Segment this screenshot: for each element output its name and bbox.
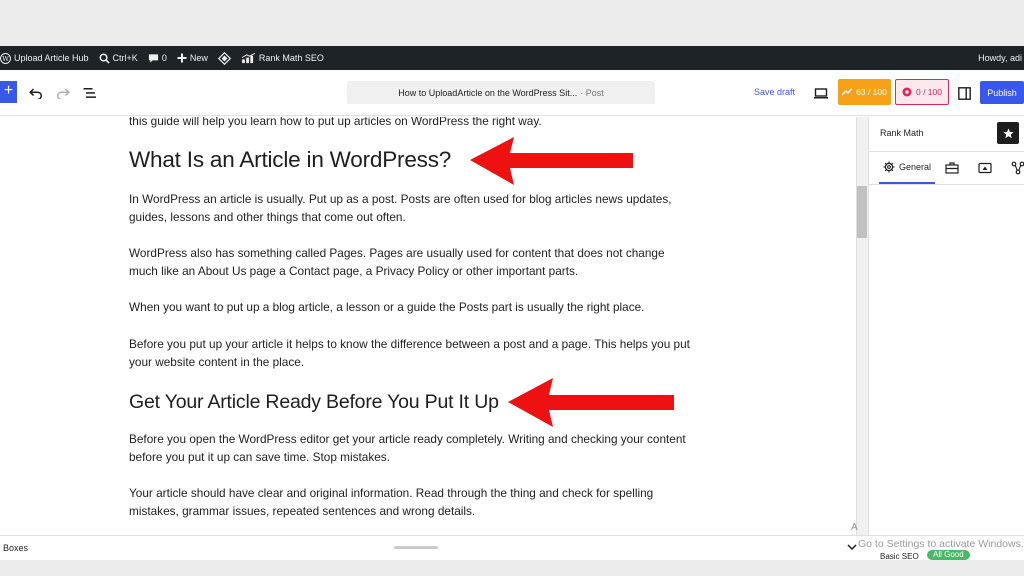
seo-score-button[interactable]: 63 / 100 — [838, 79, 891, 105]
search-shortcut-label: Ctrl+K — [112, 53, 138, 63]
publish-button[interactable]: Publish — [980, 81, 1024, 104]
basic-seo-label: Basic SEO — [880, 552, 919, 561]
wordpress-icon: W — [0, 52, 11, 64]
all-good-badge: All Good — [927, 550, 970, 560]
activate-windows-watermark: Go to Settings to activate Windows. — [858, 538, 1024, 550]
preview-icon — [814, 87, 828, 98]
intro-paragraph[interactable]: this guide will help you learn how to pu… — [129, 117, 542, 130]
redo-button[interactable] — [53, 83, 73, 103]
site-name-link[interactable]: W Upload Article Hub — [0, 52, 89, 64]
paragraph[interactable]: Your article should have clear and origi… — [129, 484, 694, 520]
font-size-glyph: A — [851, 522, 858, 533]
document-overview-button[interactable] — [80, 83, 100, 103]
document-title: How to UploadArticle on the WordPress Si… — [398, 87, 578, 98]
tab-general[interactable]: General — [879, 152, 936, 184]
command-palette-button[interactable]: Ctrl+K — [99, 53, 138, 64]
settings-panel-button[interactable] — [954, 83, 974, 103]
settings-panel-icon — [957, 86, 971, 100]
gear-icon — [883, 161, 895, 173]
top-letterbox — [0, 0, 1024, 46]
comment-icon — [148, 53, 158, 63]
editor-scrollbar-thumb[interactable] — [857, 186, 867, 238]
red-arrow-annotation — [470, 137, 633, 185]
paragraph[interactable]: WordPress also has something called Page… — [129, 244, 694, 280]
content-score-button[interactable]: 0 / 100 — [895, 79, 949, 105]
content-score-value: 0 / 100 — [916, 87, 942, 97]
svg-text:W: W — [2, 54, 9, 62]
comments-link[interactable]: 0 — [148, 53, 167, 64]
social-icon[interactable] — [978, 161, 992, 175]
rank-math-score-icon — [842, 88, 853, 96]
bottom-letterbox — [0, 560, 1024, 576]
search-icon — [99, 53, 110, 64]
document-title-bar[interactable]: How to UploadArticle on the WordPress Si… — [347, 81, 655, 104]
paragraph[interactable]: Before you put up your article it helps … — [129, 335, 694, 371]
new-content-link[interactable]: New — [177, 53, 208, 63]
sidebar-tabs: General — [869, 151, 1024, 185]
document-type: · Post — [580, 87, 604, 98]
rank-math-link[interactable]: Rank Math SEO — [241, 52, 324, 64]
rank-math-label: Rank Math SEO — [258, 53, 324, 63]
new-label: New — [189, 53, 208, 63]
heading-get-article-ready[interactable]: Get Your Article Ready Before You Put It… — [129, 391, 499, 414]
sidebar-title: Rank Math — [880, 128, 924, 138]
save-draft-button[interactable]: Save draft — [754, 87, 795, 97]
tab-general-label: General — [899, 162, 932, 172]
seo-score-value: 63 / 100 — [856, 87, 887, 97]
add-block-button[interactable]: + — [0, 81, 17, 103]
preview-button[interactable] — [811, 83, 831, 103]
editor-scrollbar[interactable] — [856, 117, 868, 535]
pin-sidebar-button[interactable] — [997, 122, 1019, 144]
paragraph[interactable]: Before you open the WordPress editor get… — [129, 430, 694, 466]
plus-icon — [177, 53, 187, 63]
star-icon — [1002, 127, 1014, 138]
paragraph[interactable]: When you want to put up a blog article, … — [129, 298, 694, 316]
rank-math-sidebar: Rank Math General — [868, 117, 1024, 535]
admin-bar: W Upload Article Hub Ctrl+K 0 New Rank M… — [0, 46, 1024, 70]
user-greeting[interactable]: Howdy, adi — [978, 53, 1022, 63]
content-ai-icon — [902, 87, 912, 97]
rank-math-icon — [241, 52, 255, 63]
meta-boxes-resize-handle[interactable] — [394, 546, 438, 549]
site-name-label: Upload Article Hub — [14, 53, 89, 63]
heading-what-is-article[interactable]: What Is an Article in WordPress? — [129, 147, 451, 173]
undo-button[interactable] — [26, 83, 46, 103]
briefcase-icon[interactable] — [945, 161, 959, 175]
chevron-down-icon[interactable] — [847, 543, 857, 551]
document-overview-icon — [83, 88, 96, 98]
paragraph[interactable]: In WordPress an article is usually. Put … — [129, 190, 694, 226]
undo-icon — [29, 88, 43, 99]
redo-icon — [56, 88, 70, 99]
editor-canvas[interactable]: this guide will help you learn how to pu… — [0, 117, 856, 535]
diamond-menu-link[interactable] — [217, 51, 231, 65]
red-arrow-annotation — [508, 378, 674, 427]
schema-icon[interactable] — [1011, 161, 1024, 175]
meta-boxes-label[interactable]: Boxes — [3, 543, 28, 553]
diamond-icon — [217, 51, 231, 65]
comments-count: 0 — [161, 53, 167, 63]
editor-toolbar: + How to UploadArticle on the WordPress … — [0, 70, 1024, 116]
